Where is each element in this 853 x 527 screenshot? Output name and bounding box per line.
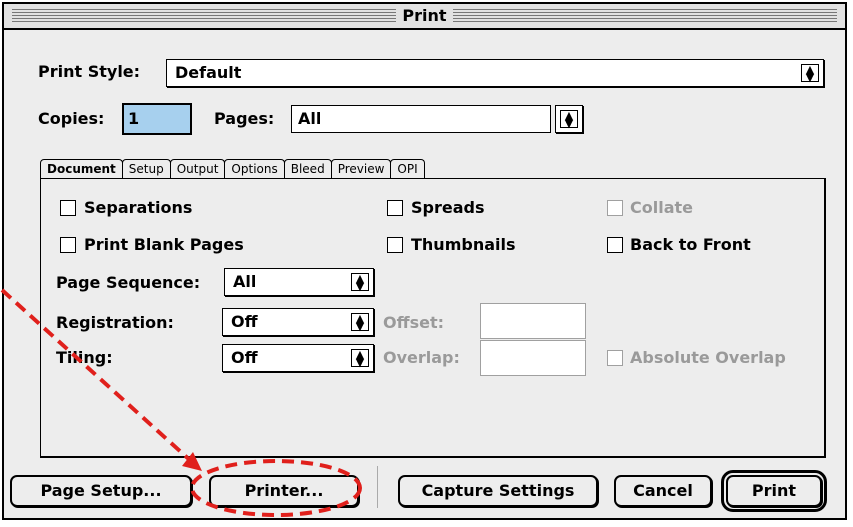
spreads-label: Spreads <box>411 198 485 217</box>
copies-field[interactable]: 1 <box>122 103 192 135</box>
overlap-label: Overlap: <box>383 348 460 367</box>
tab-bar: Document Setup Output Options Bleed Prev… <box>40 159 425 179</box>
popup-arrows-icon: ▲ ▼ <box>351 349 369 368</box>
print-button[interactable]: Print <box>721 470 827 512</box>
tab-preview[interactable]: Preview <box>330 159 392 179</box>
cancel-button[interactable]: Cancel <box>614 475 712 507</box>
print-dialog: Print Print Style: Default ▲ ▼ Copies: 1 … <box>2 2 847 520</box>
thumbnails-label: Thumbnails <box>411 235 516 254</box>
tab-output[interactable]: Output <box>169 159 226 179</box>
pages-popup-button[interactable]: ▲ ▼ <box>555 105 583 133</box>
tiling-value: Off <box>231 348 258 367</box>
print-blank-pages-label: Print Blank Pages <box>84 235 244 254</box>
registration-label: Registration: <box>56 313 174 332</box>
spreads-checkbox[interactable] <box>387 200 403 216</box>
collate-checkbox[interactable] <box>607 200 623 216</box>
copies-label: Copies: <box>38 109 105 128</box>
tab-document[interactable]: Document <box>40 159 123 179</box>
tab-setup[interactable]: Setup <box>121 159 171 179</box>
separations-checkbox[interactable] <box>60 200 76 216</box>
pages-label: Pages: <box>214 109 275 128</box>
thumbnails-checkbox[interactable] <box>387 237 403 253</box>
page-sequence-label: Page Sequence: <box>56 273 201 292</box>
overlap-field[interactable] <box>480 340 586 376</box>
print-blank-pages-checkbox[interactable] <box>60 237 76 253</box>
copies-value: 1 <box>128 109 140 128</box>
absolute-overlap-label: Absolute Overlap <box>630 348 786 367</box>
registration-value: Off <box>231 312 258 331</box>
button-divider <box>377 466 378 508</box>
registration-popup[interactable]: Off ▲ ▼ <box>222 308 374 336</box>
tab-options[interactable]: Options <box>224 159 285 179</box>
title-bar[interactable]: Print <box>4 4 845 30</box>
pages-value: All <box>298 109 322 128</box>
print-style-value: Default <box>175 63 242 82</box>
tiling-popup[interactable]: Off ▲ ▼ <box>222 344 374 372</box>
capture-settings-button[interactable]: Capture Settings <box>398 475 598 507</box>
tiling-label: Tiling: <box>56 348 113 367</box>
page-sequence-value: All <box>233 272 257 291</box>
popup-arrows-icon: ▲ ▼ <box>351 313 369 332</box>
offset-field[interactable] <box>480 303 586 339</box>
print-style-label: Print Style: <box>38 62 141 81</box>
pages-field[interactable]: All <box>291 105 551 133</box>
page-sequence-popup[interactable]: All ▲ ▼ <box>224 268 374 296</box>
back-to-front-label: Back to Front <box>630 235 751 254</box>
page-setup-button[interactable]: Page Setup... <box>10 475 192 507</box>
offset-label: Offset: <box>383 313 444 332</box>
print-style-popup[interactable]: Default ▲ ▼ <box>166 59 824 87</box>
tab-bleed[interactable]: Bleed <box>283 159 332 179</box>
back-to-front-checkbox[interactable] <box>607 237 623 253</box>
absolute-overlap-checkbox[interactable] <box>607 350 623 366</box>
tab-opi[interactable]: OPI <box>390 159 425 179</box>
collate-label: Collate <box>630 198 693 217</box>
popup-arrows-icon: ▲ ▼ <box>801 64 819 83</box>
window-title: Print <box>396 6 453 25</box>
popup-arrows-icon: ▲ ▼ <box>351 273 369 292</box>
popup-arrows-icon: ▲ ▼ <box>560 110 578 129</box>
separations-label: Separations <box>84 198 193 217</box>
printer-button[interactable]: Printer... <box>209 475 359 507</box>
